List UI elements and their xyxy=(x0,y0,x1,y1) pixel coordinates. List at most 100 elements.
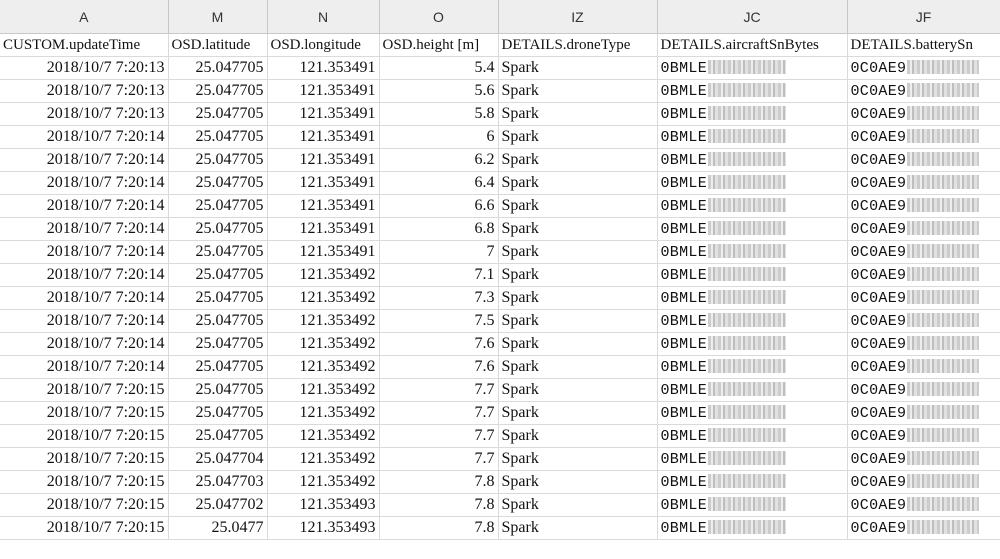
cell-height[interactable]: 5.8 xyxy=(379,102,499,126)
cell-battery-sn[interactable]: 0C0AE9 xyxy=(847,171,1000,195)
cell-battery-sn[interactable]: 0C0AE9 xyxy=(847,240,1000,264)
cell-longitude[interactable]: 121.353491 xyxy=(267,240,380,264)
cell-latitude[interactable]: 25.047705 xyxy=(168,79,268,103)
cell-battery-sn[interactable]: 0C0AE9 xyxy=(847,470,1000,494)
cell-longitude[interactable]: 121.353491 xyxy=(267,217,380,241)
cell-update-time[interactable]: 2018/10/7 7:20:15 xyxy=(0,493,169,517)
cell-height[interactable]: 5.4 xyxy=(379,56,499,80)
cell-latitude[interactable]: 25.047705 xyxy=(168,355,268,379)
column-header-m[interactable]: M xyxy=(168,0,268,34)
cell-longitude[interactable]: 121.353493 xyxy=(267,516,380,540)
cell-update-time[interactable]: 2018/10/7 7:20:15 xyxy=(0,447,169,471)
cell-aircraft-sn[interactable]: 0BMLE xyxy=(657,378,848,402)
cell-longitude[interactable]: 121.353492 xyxy=(267,332,380,356)
cell-battery-sn[interactable]: 0C0AE9 xyxy=(847,309,1000,333)
cell-update-time[interactable]: 2018/10/7 7:20:14 xyxy=(0,332,169,356)
cell-drone-type[interactable]: Spark xyxy=(498,378,658,402)
cell-aircraft-sn[interactable]: 0BMLE xyxy=(657,447,848,471)
cell-longitude[interactable]: 121.353492 xyxy=(267,263,380,287)
cell-update-time[interactable]: 2018/10/7 7:20:13 xyxy=(0,79,169,103)
cell-aircraft-sn[interactable]: 0BMLE xyxy=(657,171,848,195)
cell-height[interactable]: 7.7 xyxy=(379,447,499,471)
cell-longitude[interactable]: 121.353491 xyxy=(267,56,380,80)
cell-update-time[interactable]: 2018/10/7 7:20:15 xyxy=(0,401,169,425)
cell-height[interactable]: 7.6 xyxy=(379,355,499,379)
cell-update-time[interactable]: 2018/10/7 7:20:14 xyxy=(0,240,169,264)
cell-battery-sn[interactable]: 0C0AE9 xyxy=(847,516,1000,540)
cell-update-time[interactable]: 2018/10/7 7:20:14 xyxy=(0,125,169,149)
cell-latitude[interactable]: 25.047705 xyxy=(168,378,268,402)
cell-update-time[interactable]: 2018/10/7 7:20:14 xyxy=(0,286,169,310)
cell-update-time[interactable]: 2018/10/7 7:20:15 xyxy=(0,470,169,494)
cell-header-longitude[interactable]: OSD.longitude xyxy=(267,33,380,57)
cell-longitude[interactable]: 121.353492 xyxy=(267,470,380,494)
cell-longitude[interactable]: 121.353492 xyxy=(267,355,380,379)
column-header-iz[interactable]: IZ xyxy=(498,0,658,34)
cell-drone-type[interactable]: Spark xyxy=(498,148,658,172)
cell-aircraft-sn[interactable]: 0BMLE xyxy=(657,125,848,149)
cell-aircraft-sn[interactable]: 0BMLE xyxy=(657,355,848,379)
cell-height[interactable]: 7 xyxy=(379,240,499,264)
cell-aircraft-sn[interactable]: 0BMLE xyxy=(657,263,848,287)
cell-update-time[interactable]: 2018/10/7 7:20:14 xyxy=(0,194,169,218)
cell-battery-sn[interactable]: 0C0AE9 xyxy=(847,332,1000,356)
cell-update-time[interactable]: 2018/10/7 7:20:14 xyxy=(0,171,169,195)
cell-aircraft-sn[interactable]: 0BMLE xyxy=(657,493,848,517)
cell-aircraft-sn[interactable]: 0BMLE xyxy=(657,102,848,126)
cell-update-time[interactable]: 2018/10/7 7:20:14 xyxy=(0,355,169,379)
cell-aircraft-sn[interactable]: 0BMLE xyxy=(657,470,848,494)
cell-drone-type[interactable]: Spark xyxy=(498,240,658,264)
cell-drone-type[interactable]: Spark xyxy=(498,56,658,80)
cell-update-time[interactable]: 2018/10/7 7:20:14 xyxy=(0,148,169,172)
cell-height[interactable]: 6.8 xyxy=(379,217,499,241)
cell-height[interactable]: 7.1 xyxy=(379,263,499,287)
cell-battery-sn[interactable]: 0C0AE9 xyxy=(847,447,1000,471)
cell-height[interactable]: 5.6 xyxy=(379,79,499,103)
cell-battery-sn[interactable]: 0C0AE9 xyxy=(847,263,1000,287)
cell-latitude[interactable]: 25.047705 xyxy=(168,125,268,149)
cell-aircraft-sn[interactable]: 0BMLE xyxy=(657,56,848,80)
cell-longitude[interactable]: 121.353492 xyxy=(267,447,380,471)
cell-latitude[interactable]: 25.047705 xyxy=(168,286,268,310)
cell-longitude[interactable]: 121.353491 xyxy=(267,102,380,126)
column-header-o[interactable]: O xyxy=(379,0,499,34)
cell-drone-type[interactable]: Spark xyxy=(498,171,658,195)
cell-latitude[interactable]: 25.047705 xyxy=(168,56,268,80)
cell-update-time[interactable]: 2018/10/7 7:20:15 xyxy=(0,378,169,402)
cell-latitude[interactable]: 25.047704 xyxy=(168,447,268,471)
cell-latitude[interactable]: 25.047705 xyxy=(168,102,268,126)
cell-battery-sn[interactable]: 0C0AE9 xyxy=(847,493,1000,517)
cell-drone-type[interactable]: Spark xyxy=(498,309,658,333)
column-header-jc[interactable]: JC xyxy=(657,0,848,34)
cell-update-time[interactable]: 2018/10/7 7:20:15 xyxy=(0,516,169,540)
cell-height[interactable]: 6.2 xyxy=(379,148,499,172)
cell-height[interactable]: 7.7 xyxy=(379,424,499,448)
cell-longitude[interactable]: 121.353491 xyxy=(267,171,380,195)
cell-battery-sn[interactable]: 0C0AE9 xyxy=(847,286,1000,310)
cell-drone-type[interactable]: Spark xyxy=(498,79,658,103)
cell-height[interactable]: 7.7 xyxy=(379,378,499,402)
cell-drone-type[interactable]: Spark xyxy=(498,401,658,425)
cell-latitude[interactable]: 25.047705 xyxy=(168,332,268,356)
cell-latitude[interactable]: 25.047703 xyxy=(168,470,268,494)
column-header-jf[interactable]: JF xyxy=(847,0,1000,34)
cell-aircraft-sn[interactable]: 0BMLE xyxy=(657,79,848,103)
cell-aircraft-sn[interactable]: 0BMLE xyxy=(657,309,848,333)
cell-height[interactable]: 7.8 xyxy=(379,493,499,517)
cell-latitude[interactable]: 25.047702 xyxy=(168,493,268,517)
cell-longitude[interactable]: 121.353491 xyxy=(267,194,380,218)
cell-longitude[interactable]: 121.353492 xyxy=(267,424,380,448)
cell-longitude[interactable]: 121.353492 xyxy=(267,378,380,402)
cell-drone-type[interactable]: Spark xyxy=(498,332,658,356)
cell-drone-type[interactable]: Spark xyxy=(498,516,658,540)
cell-battery-sn[interactable]: 0C0AE9 xyxy=(847,102,1000,126)
cell-battery-sn[interactable]: 0C0AE9 xyxy=(847,148,1000,172)
cell-header-latitude[interactable]: OSD.latitude xyxy=(168,33,268,57)
cell-longitude[interactable]: 121.353492 xyxy=(267,401,380,425)
cell-drone-type[interactable]: Spark xyxy=(498,355,658,379)
cell-update-time[interactable]: 2018/10/7 7:20:14 xyxy=(0,309,169,333)
cell-height[interactable]: 7.5 xyxy=(379,309,499,333)
cell-latitude[interactable]: 25.047705 xyxy=(168,171,268,195)
cell-latitude[interactable]: 25.047705 xyxy=(168,240,268,264)
cell-header-aircraft-sn[interactable]: DETAILS.aircraftSnBytes xyxy=(657,33,848,57)
